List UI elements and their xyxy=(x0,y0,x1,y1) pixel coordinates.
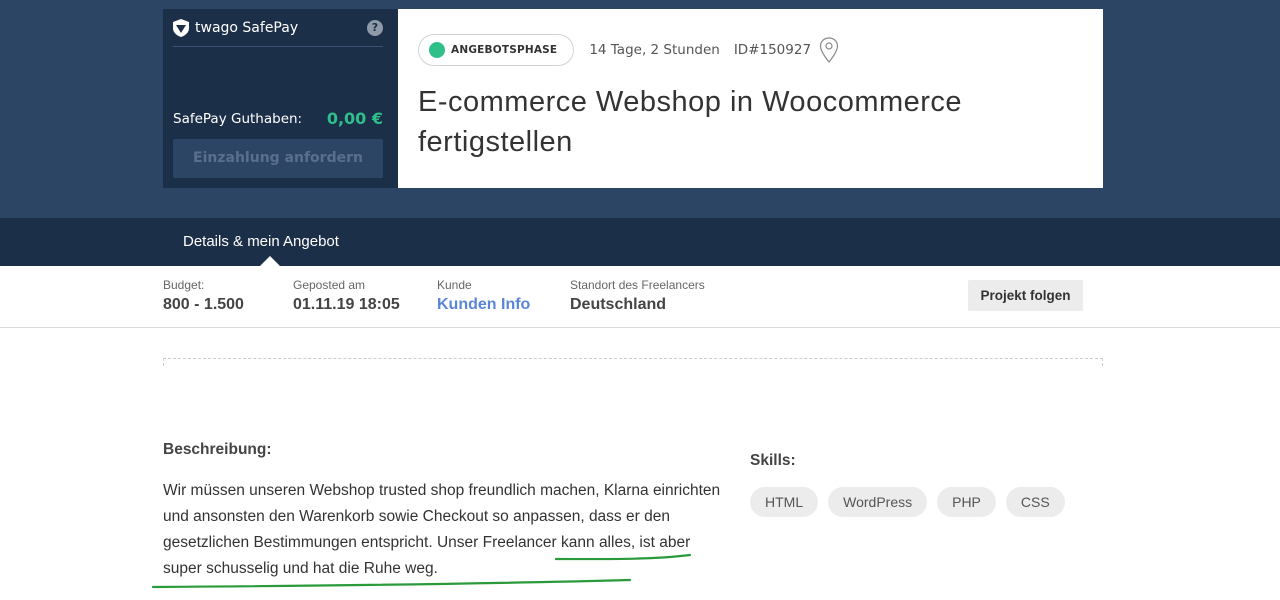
budget-info: Budget: 800 - 1.500 xyxy=(163,278,244,314)
project-id: ID#150927 xyxy=(733,42,812,58)
skill-tag: WordPress xyxy=(828,487,928,517)
title-line-1: E-commerce Webshop in Woocommerce xyxy=(418,86,963,118)
client-info-link[interactable]: Kunden Info xyxy=(437,296,530,314)
skills-list: HTML WordPress PHP CSS xyxy=(750,487,1065,517)
safepay-panel: twago SafePay ? SafePay Guthaben: 0,00 €… xyxy=(163,9,398,188)
help-icon[interactable]: ? xyxy=(367,19,383,36)
skill-tag: HTML xyxy=(750,487,819,517)
posted-info: Geposted am 01.11.19 18:05 xyxy=(293,278,400,314)
budget-label: Budget: xyxy=(163,278,205,292)
request-payment-button[interactable]: Einzahlung anfordern xyxy=(173,139,383,178)
page-title: E-commerce Webshop in Woocommerce fertig… xyxy=(418,82,1083,162)
location-label: Standort des Freelancers xyxy=(570,278,705,292)
posted-value: 01.11.19 18:05 xyxy=(293,296,400,313)
location-value: Deutschland xyxy=(570,296,667,313)
active-tab-indicator xyxy=(260,256,280,266)
time-left: 14 Tage, 2 Stunden xyxy=(589,42,720,58)
phase-badge: ANGEBOTSPHASE xyxy=(418,34,575,66)
follow-project-button[interactable]: Projekt folgen xyxy=(968,280,1083,311)
balance-value: 0,00 € xyxy=(326,109,383,128)
safepay-brand: twago SafePay xyxy=(173,18,299,37)
project-info-bar: Budget: 800 - 1.500 Geposted am 01.11.19… xyxy=(0,266,1280,328)
posted-label: Geposted am xyxy=(293,278,366,292)
client-label: Kunde xyxy=(437,278,472,292)
description-text: Wir müssen unseren Webshop trusted shop … xyxy=(163,482,721,577)
project-meta: ANGEBOTSPHASE 14 Tage, 2 Stunden ID#1509… xyxy=(418,34,1083,66)
shield-icon xyxy=(173,18,189,37)
phase-label: ANGEBOTSPHASE xyxy=(451,44,558,56)
description-heading: Beschreibung: xyxy=(163,441,272,458)
safepay-brand-label: twago SafePay xyxy=(195,19,299,36)
dashed-divider xyxy=(163,358,1103,366)
safepay-balance: SafePay Guthaben: 0,00 € xyxy=(173,109,383,128)
skills-heading: Skills: xyxy=(750,452,796,469)
budget-value: 800 - 1.500 xyxy=(163,296,244,313)
location-info: Standort des Freelancers Deutschland xyxy=(570,278,705,314)
skill-tag: PHP xyxy=(937,487,996,517)
client-info: Kunde Kunden Info xyxy=(437,278,530,314)
location-pin-icon[interactable] xyxy=(819,37,839,63)
skill-tag: CSS xyxy=(1005,487,1065,517)
tab-bar: Details & mein Angebot xyxy=(0,218,1280,266)
project-header-card: ANGEBOTSPHASE 14 Tage, 2 Stunden ID#1509… xyxy=(398,9,1103,188)
status-dot-icon xyxy=(429,42,445,58)
balance-label: SafePay Guthaben: xyxy=(173,110,303,127)
title-line-2: fertigstellen xyxy=(418,126,573,158)
safepay-header: twago SafePay ? xyxy=(173,9,383,47)
